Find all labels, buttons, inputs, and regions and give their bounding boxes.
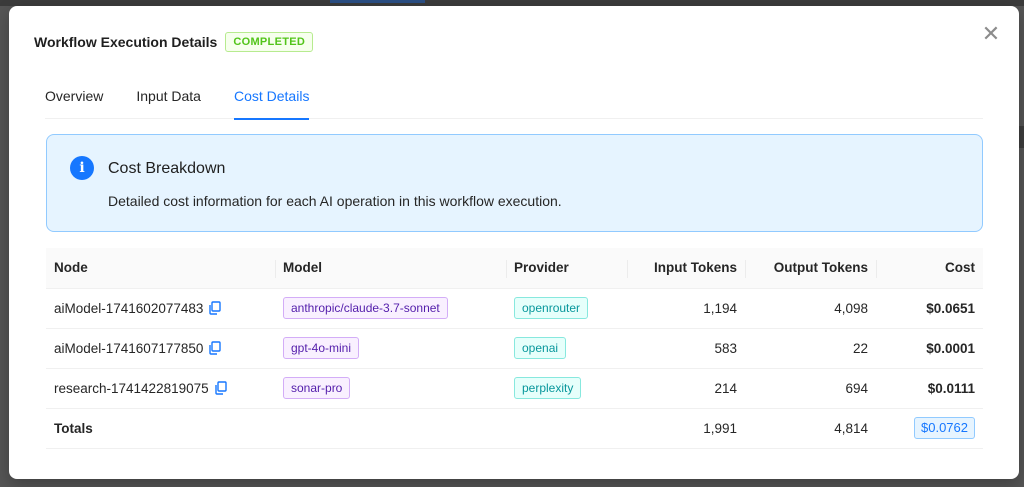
cost-breakdown-alert: i Cost Breakdown Detailed cost informati… <box>46 134 983 232</box>
tab-bar: Overview Input Data Cost Details <box>45 76 983 120</box>
column-header-provider: Provider <box>506 248 627 289</box>
node-id: research-1741422819075 <box>54 380 209 396</box>
model-cell: sonar-pro <box>275 368 506 409</box>
totals-cost-cell: $0.0762 <box>876 408 983 449</box>
input-tokens-cell: 214 <box>627 368 745 409</box>
output-tokens-cell: 4,098 <box>745 288 876 329</box>
node-id: aiModel-1741602077483 <box>54 300 204 316</box>
node-id: aiModel-1741607177850 <box>54 340 204 356</box>
alert-title: Cost Breakdown <box>108 160 226 177</box>
tab-cost-details[interactable]: Cost Details <box>233 76 310 120</box>
provider-cell: openrouter <box>506 288 627 329</box>
table-header-row: Node Model Provider Input Tokens Output … <box>46 248 983 289</box>
provider-cell: openai <box>506 328 627 369</box>
modal-header: Workflow Execution Details COMPLETED <box>34 32 314 52</box>
info-icon: i <box>70 156 94 180</box>
tab-overview[interactable]: Overview <box>45 76 103 119</box>
output-tokens-cell: 694 <box>745 368 876 409</box>
totals-row: Totals 1,991 4,814 $0.0762 <box>46 408 983 449</box>
column-header-model: Model <box>275 248 506 289</box>
provider-tag: openrouter <box>514 297 589 319</box>
table-row: research-1741422819075 sonar-pro perplex… <box>46 368 983 409</box>
node-cell: research-1741422819075 <box>46 368 275 409</box>
modal-title: Workflow Execution Details <box>34 34 218 50</box>
node-cell: aiModel-1741607177850 <box>46 328 275 369</box>
alert-description: Detailed cost information for each AI op… <box>108 193 562 209</box>
column-header-input-tokens: Input Tokens <box>627 248 745 289</box>
input-tokens-cell: 583 <box>627 328 745 369</box>
workflow-execution-modal: Workflow Execution Details COMPLETED ✕ O… <box>9 6 1019 479</box>
copy-icon[interactable] <box>208 341 222 355</box>
column-header-output-tokens: Output Tokens <box>745 248 876 289</box>
node-cell-content: aiModel-1741602077483 <box>54 301 267 316</box>
node-cell: aiModel-1741602077483 <box>46 288 275 329</box>
totals-empty-cell <box>506 408 627 449</box>
tab-input-data[interactable]: Input Data <box>136 76 201 119</box>
table-row: aiModel-1741602077483 anthropic/claude-3… <box>46 288 983 329</box>
column-header-cost: Cost <box>876 248 983 289</box>
provider-tag: openai <box>514 337 567 359</box>
node-cell-content: aiModel-1741607177850 <box>54 341 267 356</box>
provider-cell: perplexity <box>506 368 627 409</box>
provider-tag: perplexity <box>514 377 582 399</box>
model-tag: sonar-pro <box>283 377 351 399</box>
totals-output-tokens: 4,814 <box>745 408 876 449</box>
cost-cell: $0.0651 <box>876 288 983 329</box>
cost-table: Node Model Provider Input Tokens Output … <box>46 248 983 449</box>
node-cell-content: research-1741422819075 <box>54 381 267 396</box>
column-header-node: Node <box>46 248 275 289</box>
input-tokens-cell: 1,194 <box>627 288 745 329</box>
cost-cell: $0.0001 <box>876 328 983 369</box>
copy-icon[interactable] <box>214 381 228 395</box>
totals-input-tokens: 1,991 <box>627 408 745 449</box>
cost-cell: $0.0111 <box>876 368 983 409</box>
model-cell: gpt-4o-mini <box>275 328 506 369</box>
copy-icon[interactable] <box>208 301 222 315</box>
table-row: aiModel-1741607177850 gpt-4o-mini openai… <box>46 328 983 369</box>
model-cell: anthropic/claude-3.7-sonnet <box>275 288 506 329</box>
status-badge: COMPLETED <box>225 32 314 52</box>
totals-label: Totals <box>46 408 275 449</box>
model-tag: anthropic/claude-3.7-sonnet <box>283 297 448 319</box>
model-tag: gpt-4o-mini <box>283 337 360 359</box>
total-cost-tag: $0.0762 <box>914 417 975 439</box>
output-tokens-cell: 22 <box>745 328 876 369</box>
totals-empty-cell <box>275 408 506 449</box>
close-icon[interactable]: ✕ <box>981 23 1001 45</box>
